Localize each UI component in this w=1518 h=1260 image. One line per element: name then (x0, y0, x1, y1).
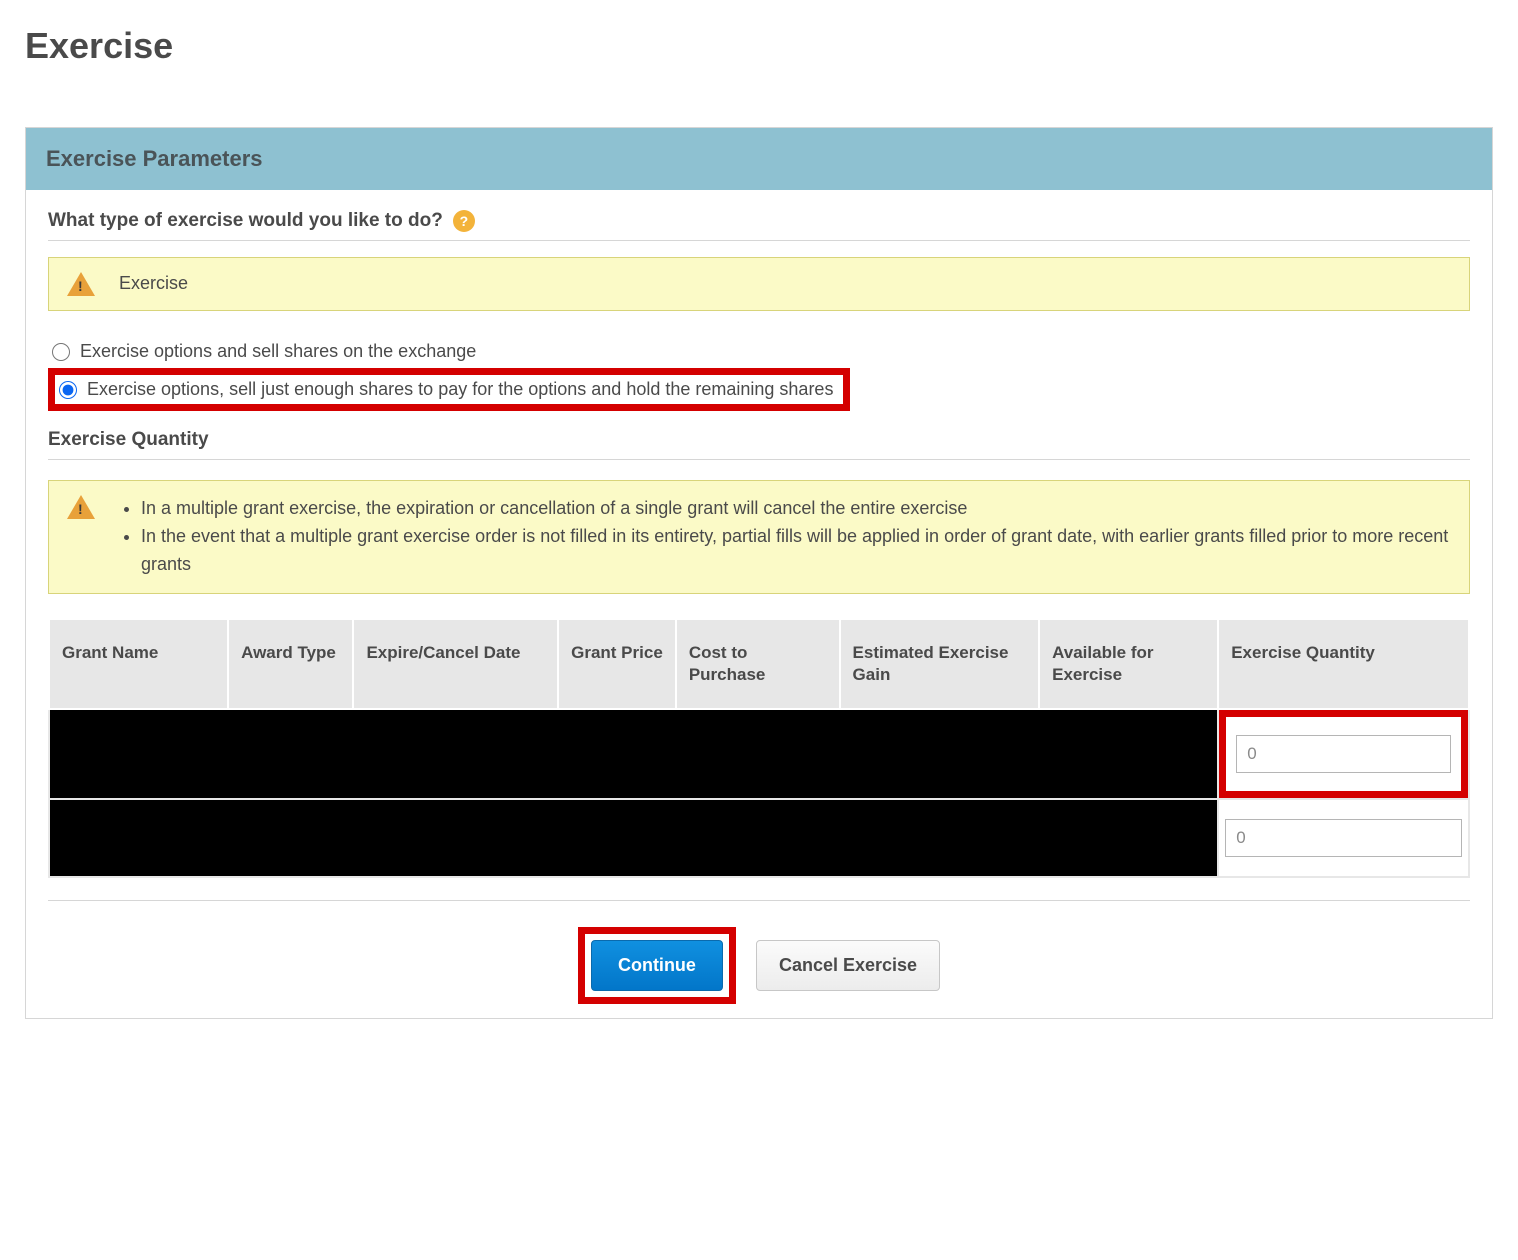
exercise-quantity-input[interactable] (1225, 819, 1462, 857)
exercise-parameters-panel: Exercise Parameters What type of exercis… (25, 127, 1493, 1019)
question-text: What type of exercise would you like to … (48, 210, 443, 232)
alert-note-2: In the event that a multiple grant exerc… (141, 523, 1451, 579)
exercise-quantity-input[interactable] (1236, 735, 1451, 773)
th-estimated-gain: Estimated Exercise Gain (840, 619, 1040, 709)
cancel-exercise-button[interactable]: Cancel Exercise (756, 940, 940, 991)
radio-input-sell-all[interactable] (52, 343, 70, 361)
warning-icon (67, 495, 95, 519)
help-icon[interactable]: ? (453, 210, 475, 232)
highlight-continue: Continue (578, 927, 736, 1004)
radio-label-sell-to-cover: Exercise options, sell just enough share… (87, 379, 833, 400)
th-available: Available for Exercise (1039, 619, 1218, 709)
page-title: Exercise (25, 25, 1493, 67)
radio-option-sell-all[interactable]: Exercise options and sell shares on the … (48, 335, 1470, 368)
th-expire-date: Expire/Cancel Date (353, 619, 558, 709)
radio-option-sell-to-cover[interactable]: Exercise options, sell just enough share… (59, 379, 833, 400)
redacted-cell (49, 709, 1218, 799)
grant-table: Grant Name Award Type Expire/Cancel Date… (48, 618, 1470, 878)
highlight-qty-input (1219, 710, 1468, 798)
alert-note-1: In a multiple grant exercise, the expira… (141, 495, 1451, 523)
th-cost-purchase: Cost to Purchase (676, 619, 840, 709)
th-grant-name: Grant Name (49, 619, 228, 709)
alert-exercise-type: Exercise (48, 257, 1470, 311)
redacted-cell (49, 799, 1218, 877)
panel-header: Exercise Parameters (26, 128, 1492, 190)
highlight-sell-to-cover: Exercise options, sell just enough share… (48, 368, 850, 411)
alert-text: Exercise (119, 272, 188, 294)
warning-icon (67, 272, 95, 296)
th-exercise-qty: Exercise Quantity (1218, 619, 1469, 709)
alert-quantity-notes: In a multiple grant exercise, the expira… (48, 480, 1470, 594)
exercise-quantity-title: Exercise Quantity (48, 429, 1470, 460)
radio-label-sell-all: Exercise options and sell shares on the … (80, 341, 476, 362)
qty-cell (1218, 799, 1469, 877)
alert-notes-list: In a multiple grant exercise, the expira… (119, 495, 1451, 579)
table-header-row: Grant Name Award Type Expire/Cancel Date… (49, 619, 1469, 709)
th-award-type: Award Type (228, 619, 353, 709)
th-grant-price: Grant Price (558, 619, 676, 709)
exercise-type-question: What type of exercise would you like to … (48, 210, 1470, 241)
footer-buttons: Continue Cancel Exercise (48, 900, 1470, 1018)
table-row (49, 709, 1469, 799)
radio-input-sell-to-cover[interactable] (59, 381, 77, 399)
panel-body: What type of exercise would you like to … (26, 190, 1492, 1018)
qty-cell (1218, 709, 1469, 799)
exercise-type-radio-group: Exercise options and sell shares on the … (48, 335, 1470, 411)
table-row (49, 799, 1469, 877)
continue-button[interactable]: Continue (591, 940, 723, 991)
